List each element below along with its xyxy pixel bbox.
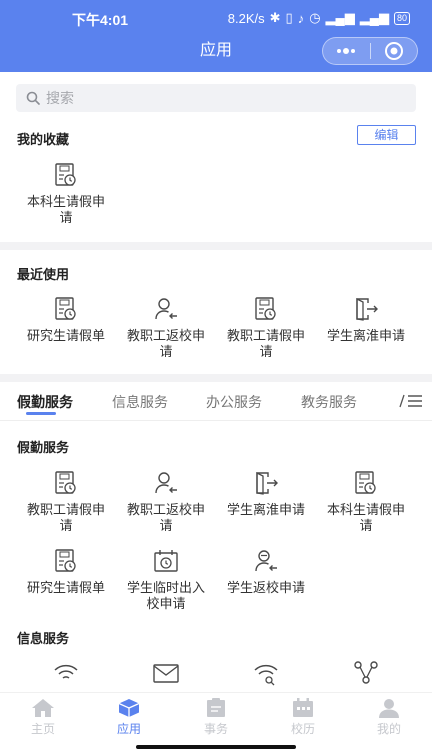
app-item[interactable]: 教职工请假申请 bbox=[16, 470, 116, 534]
search-input[interactable]: 搜索 bbox=[16, 84, 416, 112]
close-miniapp-button[interactable] bbox=[371, 38, 418, 64]
tab-academic-services[interactable]: 教务服务 bbox=[301, 392, 357, 412]
nav-label: 事务 bbox=[203, 722, 228, 736]
app-item[interactable]: 研究生请假单 bbox=[16, 296, 116, 344]
search-icon bbox=[26, 91, 40, 105]
alarm-icon: ◷ bbox=[309, 10, 321, 25]
app-item[interactable]: 学生离淮申请 bbox=[216, 470, 316, 518]
leave-form-icon bbox=[55, 163, 76, 186]
home-icon bbox=[32, 699, 54, 717]
leave-form-icon bbox=[255, 297, 276, 320]
app-item[interactable]: 本科生请假申请 bbox=[316, 470, 416, 534]
tab-office-services[interactable]: 办公服务 bbox=[206, 392, 262, 412]
app-item[interactable]: 学生返校申请 bbox=[216, 548, 316, 596]
app-item[interactable]: 学生离淮申请 bbox=[316, 296, 416, 344]
nav-affairs[interactable]: 事务 bbox=[186, 698, 246, 737]
status-time: 下午4:01 bbox=[72, 12, 129, 28]
tab-info-services[interactable]: 信息服务 bbox=[112, 392, 168, 412]
app-label: 学生临时出入校申请 bbox=[126, 580, 205, 611]
calendar-icon bbox=[293, 698, 313, 717]
leave-services-title: 假勤服务 bbox=[17, 440, 70, 455]
app-item[interactable] bbox=[216, 660, 316, 692]
title-bar: 应用 bbox=[0, 37, 432, 66]
app-item[interactable] bbox=[116, 660, 216, 692]
status-icons: 8.2K/s ✱ ▯ ♪ ◷ ▂▄▆ ▂▄▆ 80 bbox=[228, 10, 410, 26]
section-divider bbox=[0, 374, 432, 382]
user-return-icon bbox=[255, 550, 277, 572]
section-divider bbox=[0, 242, 432, 250]
target-icon bbox=[384, 42, 403, 60]
app-item[interactable] bbox=[16, 660, 116, 692]
app-label: 教职工返校申请 bbox=[126, 502, 205, 533]
nav-profile[interactable]: 我的 bbox=[359, 698, 419, 737]
signal-icon: ▂▄▆ bbox=[359, 10, 389, 25]
user-return-icon bbox=[155, 472, 177, 494]
nav-label: 校历 bbox=[290, 722, 315, 736]
battery-icon: 80 bbox=[393, 11, 410, 25]
home-indicator bbox=[136, 745, 296, 749]
bottom-tab-bar: 主页 应用 事务 校历 我的 bbox=[0, 692, 432, 742]
leave-form-icon bbox=[55, 471, 76, 494]
edit-button[interactable]: 编辑 bbox=[357, 125, 416, 145]
app-label: 本科生请假申请 bbox=[326, 502, 405, 533]
calendar-clock-icon bbox=[154, 550, 178, 572]
nav-label: 我的 bbox=[376, 722, 401, 736]
app-label: 学生离淮申请 bbox=[226, 502, 305, 517]
app-item[interactable]: 教职工请假申请 bbox=[216, 296, 316, 360]
app-item[interactable]: 研究生请假单 bbox=[16, 548, 116, 596]
info-services-title: 信息服务 bbox=[17, 631, 70, 646]
app-item[interactable]: 本科生请假申请 bbox=[16, 162, 116, 226]
nav-label: 主页 bbox=[30, 722, 55, 736]
app-label: 研究生请假单 bbox=[26, 580, 105, 595]
app-item[interactable] bbox=[316, 660, 416, 692]
leave-form-icon bbox=[55, 297, 76, 320]
nav-home[interactable]: 主页 bbox=[13, 698, 73, 737]
app-label: 本科生请假申请 bbox=[26, 194, 105, 225]
user-return-icon bbox=[155, 298, 177, 320]
vibrate-icon: ▯ bbox=[285, 10, 293, 25]
bluetooth-icon: ✱ bbox=[269, 10, 281, 25]
app-label: 学生离淮申请 bbox=[326, 328, 405, 343]
app-label: 教职工请假申请 bbox=[26, 502, 105, 533]
app-item[interactable]: 教职工返校申请 bbox=[116, 470, 216, 534]
leave-form-icon bbox=[355, 471, 376, 494]
category-tabs: 假勤服务 信息服务 办公服务 教务服务 bbox=[0, 386, 432, 416]
tab-leave-services[interactable]: 假勤服务 bbox=[17, 392, 73, 412]
network-speed: 8.2K/s bbox=[227, 10, 265, 26]
miniapp-capsule bbox=[322, 37, 418, 65]
tabs-divider bbox=[0, 420, 432, 421]
signal-icon: ▂▄▆ bbox=[325, 10, 355, 25]
mail-icon bbox=[153, 664, 179, 683]
cube-icon bbox=[118, 699, 140, 717]
search-placeholder: 搜索 bbox=[46, 90, 74, 106]
app-item[interactable]: 教职工返校申请 bbox=[116, 296, 216, 360]
status-bar: 下午4:01 8.2K/s ✱ ▯ ♪ ◷ ▂▄▆ ▂▄▆ 80 bbox=[0, 10, 432, 30]
nav-calendar[interactable]: 校历 bbox=[273, 698, 333, 737]
app-label: 教职工返校申请 bbox=[126, 328, 205, 359]
favorites-title: 我的收藏 bbox=[17, 132, 70, 147]
exit-door-icon bbox=[356, 297, 378, 321]
wifi-search-icon bbox=[254, 664, 278, 686]
more-button[interactable] bbox=[323, 38, 370, 64]
wifi-icon bbox=[54, 664, 78, 679]
app-label: 学生返校申请 bbox=[226, 580, 305, 595]
app-header: 下午4:01 8.2K/s ✱ ▯ ♪ ◷ ▂▄▆ ▂▄▆ 80 应用 bbox=[0, 0, 432, 72]
nav-label: 应用 bbox=[116, 722, 141, 736]
category-menu-icon[interactable] bbox=[398, 392, 424, 410]
leave-form-icon bbox=[55, 549, 76, 572]
network-icon bbox=[354, 661, 378, 684]
nav-apps[interactable]: 应用 bbox=[99, 698, 159, 737]
app-item[interactable]: 学生临时出入校申请 bbox=[116, 548, 216, 612]
app-label: 教职工请假申请 bbox=[226, 328, 305, 359]
more-dots-icon bbox=[337, 48, 356, 54]
mute-icon: ♪ bbox=[297, 10, 305, 26]
recent-title: 最近使用 bbox=[17, 267, 70, 282]
person-icon bbox=[379, 699, 399, 718]
clipboard-icon bbox=[207, 698, 225, 717]
app-label: 研究生请假单 bbox=[26, 328, 105, 343]
exit-door-icon bbox=[256, 471, 278, 495]
active-tab-indicator bbox=[26, 412, 56, 415]
